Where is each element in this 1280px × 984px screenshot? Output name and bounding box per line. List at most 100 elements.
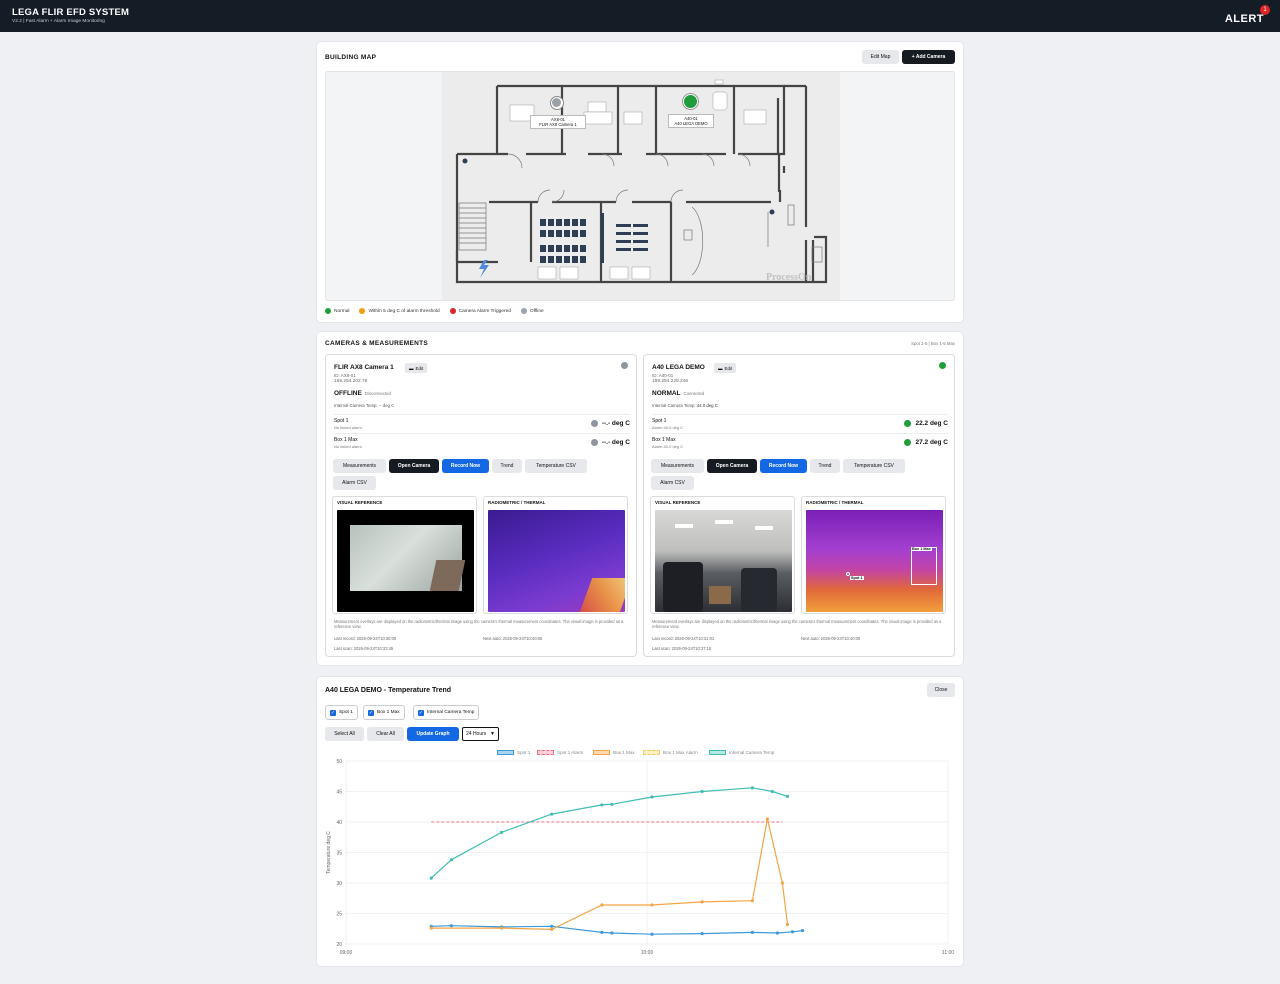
camera-marker-a40[interactable] bbox=[683, 94, 698, 109]
checkbox-internal-temp[interactable]: ✓ Internal Camera Temp bbox=[413, 705, 480, 720]
edit-camera-button[interactable]: ▬ Edit bbox=[405, 363, 428, 373]
temperature-csv-button[interactable]: Temperature CSV bbox=[843, 459, 905, 473]
data-point bbox=[750, 786, 754, 790]
data-point bbox=[700, 789, 704, 794]
alarm-csv-button[interactable]: Alarm CSV bbox=[333, 476, 376, 490]
measurement-status-dot bbox=[904, 420, 912, 427]
thermal-label: RADIOMETRIC / THERMAL bbox=[488, 500, 546, 505]
visual-image[interactable] bbox=[655, 510, 792, 612]
clear-all-button[interactable]: Clear All bbox=[367, 727, 404, 741]
data-point bbox=[600, 803, 604, 807]
y-tick-label: 40 bbox=[336, 820, 342, 826]
visual-reference-panel: VISUAL REFERENCE bbox=[332, 496, 477, 614]
series-line-internal-camera-temp bbox=[430, 787, 788, 879]
open-camera-button[interactable]: Open Camera bbox=[707, 459, 757, 473]
time-range-select[interactable]: 24 Hours ▼ bbox=[462, 727, 499, 741]
floor-plan[interactable]: AX8-01 FLIR AX8 Camera 1 A40-01 A40 LEGA… bbox=[325, 71, 955, 301]
legend-normal: Normal bbox=[325, 308, 349, 314]
measurement-value: 27.2 deg C bbox=[904, 439, 948, 446]
measurement-alarm: No linked alarm bbox=[334, 444, 362, 449]
add-camera-button[interactable]: + Add Camera bbox=[902, 50, 955, 64]
data-point bbox=[750, 899, 754, 903]
record-now-button[interactable]: Record Now bbox=[760, 459, 807, 473]
map-watermark: ProcessOn bbox=[766, 272, 812, 283]
temperature-csv-button[interactable]: Temperature CSV bbox=[525, 459, 587, 473]
map-legend: Normal Within 5 deg C of alarm threshold… bbox=[325, 307, 544, 315]
chevron-down-icon: ▼ bbox=[490, 731, 495, 737]
x-tick-label: 09:00 bbox=[340, 950, 353, 956]
data-point bbox=[600, 930, 604, 935]
legend-alarm: Camera Alarm Triggered bbox=[449, 308, 511, 314]
internal-temp-value: -- deg C bbox=[378, 403, 395, 408]
data-point bbox=[700, 900, 704, 904]
measurements-button[interactable]: Measurements bbox=[333, 459, 386, 473]
last-record: Last record: 2026-09-24T10:31:01 bbox=[652, 636, 715, 641]
trend-button[interactable]: Trend bbox=[810, 459, 840, 473]
trend-button[interactable]: Trend bbox=[492, 459, 522, 473]
thermal-image[interactable] bbox=[488, 510, 625, 612]
measurement-row: Box 1 Max No linked alarm --.- deg C bbox=[334, 433, 630, 452]
edit-icon: ▬ bbox=[718, 365, 723, 371]
visual-image-light bbox=[755, 526, 773, 530]
floor-plan-drawing bbox=[442, 72, 840, 300]
data-point bbox=[499, 926, 504, 930]
edit-map-button[interactable]: Edit Map bbox=[862, 50, 899, 64]
data-point bbox=[610, 802, 614, 806]
measurement-value-text: 27.2 deg C bbox=[915, 439, 948, 446]
checkbox-spot1[interactable]: ✓ Spot 1 bbox=[325, 705, 358, 720]
data-point bbox=[550, 927, 554, 931]
series-line-box-1-max bbox=[431, 818, 789, 931]
measurement-value-text: --.- deg C bbox=[601, 420, 630, 427]
measurement-name: Box 1 Max bbox=[652, 437, 676, 443]
camera-id: ID: A40-01 bbox=[652, 373, 674, 378]
measurement-value-text: --.- deg C bbox=[601, 439, 630, 446]
measurement-status-dot bbox=[904, 439, 912, 446]
edit-camera-button[interactable]: ▬ Edit bbox=[714, 363, 737, 373]
data-point bbox=[650, 932, 654, 936]
checkbox-label: Spot 1 bbox=[339, 710, 353, 715]
record-now-button[interactable]: Record Now bbox=[442, 459, 489, 473]
visual-image-equipment bbox=[741, 568, 777, 612]
camera-label-a40: A40-01 A40 LEGA DEMO bbox=[668, 114, 714, 128]
alert-indicator[interactable]: ALERT 1 bbox=[1225, 5, 1270, 27]
update-graph-button[interactable]: Update Graph bbox=[407, 727, 459, 741]
visual-image-light bbox=[675, 524, 693, 528]
internal-temp: Internal Camera Temp: -- deg C bbox=[334, 403, 394, 408]
series-line-spot-1 bbox=[431, 925, 803, 935]
measurement-value: --.- deg C bbox=[590, 420, 630, 427]
thermal-label: RADIOMETRIC / THERMAL bbox=[806, 500, 864, 505]
camera-marker-ax8[interactable] bbox=[550, 96, 564, 110]
close-trend-button[interactable]: Close bbox=[927, 683, 955, 697]
legend-alarm-label: Camera Alarm Triggered bbox=[458, 308, 511, 314]
last-scan: Last scan: 2026-09-24T10:37:18 bbox=[652, 646, 712, 651]
alarm-csv-button[interactable]: Alarm CSV bbox=[651, 476, 694, 490]
data-point bbox=[550, 924, 554, 928]
visual-image-equipment bbox=[663, 562, 703, 612]
open-camera-button[interactable]: Open Camera bbox=[389, 459, 439, 473]
camera-marker-ax8-dot bbox=[552, 98, 561, 107]
thermal-image[interactable]: Box 1 Max Spot 1 bbox=[806, 510, 943, 612]
data-point bbox=[610, 931, 614, 935]
camera-id: ID: AX8-01 bbox=[334, 373, 356, 378]
data-point bbox=[650, 903, 654, 907]
data-point bbox=[429, 876, 433, 880]
temperature-trend-chart[interactable]: 20 25 30 35 40 45 50 09:00 10:00 11:00 Temperature… bbox=[317, 754, 963, 964]
select-all-button[interactable]: Select All bbox=[325, 727, 364, 741]
thermal-overlay-box-label: Box 1 Max bbox=[911, 547, 932, 551]
camera-state-label: OFFLINE bbox=[334, 390, 362, 397]
measurements-button[interactable]: Measurements bbox=[651, 459, 704, 473]
checkbox-check-icon: ✓ bbox=[368, 709, 374, 716]
data-point bbox=[770, 789, 775, 794]
measurement-status-dot bbox=[590, 439, 598, 446]
data-point bbox=[775, 931, 780, 935]
checkbox-box1-max[interactable]: ✓ Box 1 Max bbox=[363, 705, 405, 720]
data-point bbox=[765, 817, 769, 821]
measurement-name: Box 1 Max bbox=[334, 437, 358, 443]
checkbox-label: Internal Camera Temp bbox=[427, 710, 475, 715]
data-point bbox=[429, 926, 433, 930]
data-point bbox=[449, 858, 453, 862]
thermal-overlay-box[interactable] bbox=[911, 547, 937, 585]
thermal-panel: RADIOMETRIC / THERMAL Box 1 Max Spot 1 bbox=[801, 496, 946, 614]
visual-image[interactable] bbox=[337, 510, 474, 612]
data-point bbox=[449, 924, 453, 928]
